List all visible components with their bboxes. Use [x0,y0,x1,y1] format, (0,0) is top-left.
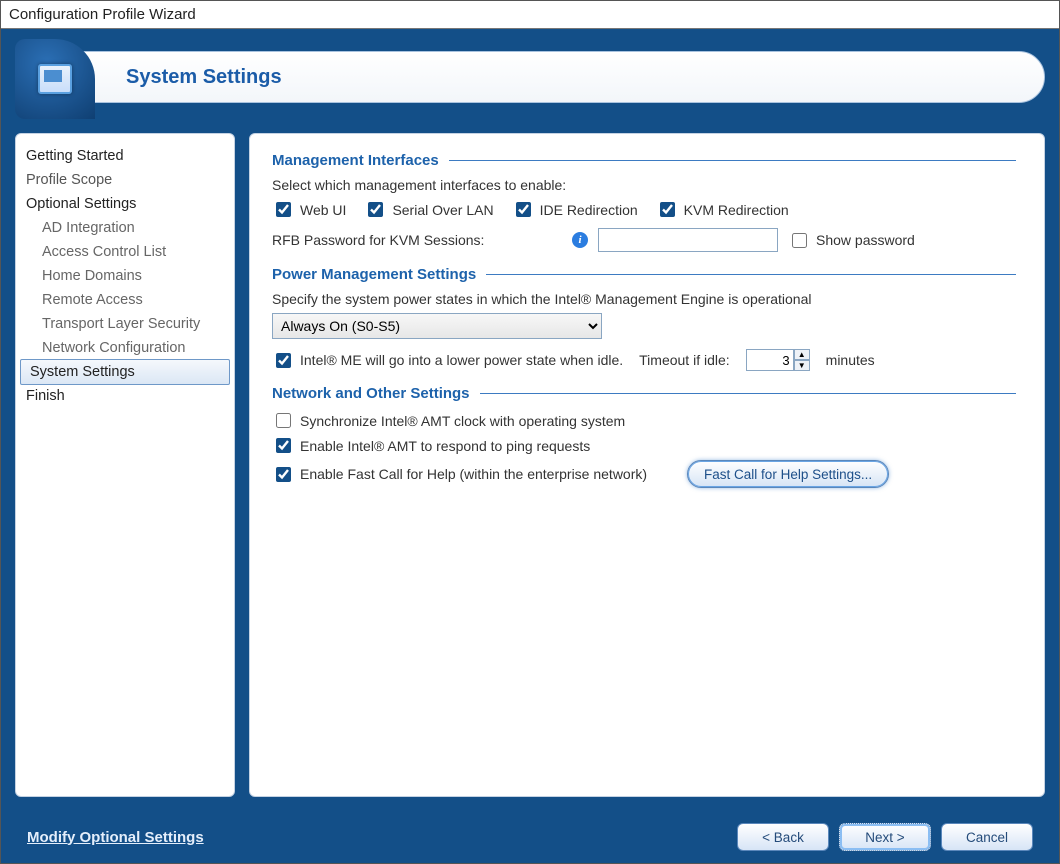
timeout-label: Timeout if idle: [639,352,730,368]
cb-sol-label: Serial Over LAN [392,202,493,218]
group-title-power: Power Management Settings [272,266,1016,283]
cb-show-password-input[interactable] [792,233,807,248]
settings-icon [38,64,72,94]
cb-idle-input[interactable] [276,353,291,368]
header-pill: System Settings [55,51,1045,103]
power-desc: Specify the system power states in which… [272,291,1016,307]
cb-sync-clock[interactable]: Synchronize Intel® AMT clock with operat… [272,410,625,431]
back-button[interactable]: < Back [737,823,829,851]
cb-sync-clock-input[interactable] [276,413,291,428]
group-net: Synchronize Intel® AMT clock with operat… [272,410,1016,488]
page-title: System Settings [126,66,282,89]
cancel-button[interactable]: Cancel [941,823,1033,851]
sidebar-item-profile-scope[interactable]: Profile Scope [16,168,234,192]
cb-sol-input[interactable] [368,202,383,217]
group-title-net-label: Network and Other Settings [272,385,470,402]
idle-row: Intel® ME will go into a lower power sta… [272,349,1016,371]
group-title-mgmt: Management Interfaces [272,152,1016,169]
cb-ide-input[interactable] [516,202,531,217]
modify-optional-settings-link[interactable]: Modify Optional Settings [27,829,204,846]
header-band: System Settings [15,39,1045,119]
cb-idle[interactable]: Intel® ME will go into a lower power sta… [272,350,623,371]
sidebar-item-ad-integration[interactable]: AD Integration [16,216,234,240]
group-title-power-label: Power Management Settings [272,266,476,283]
cb-show-password[interactable]: Show password [788,230,915,251]
rfb-password-input[interactable] [598,228,778,252]
sidebar-item-finish[interactable]: Finish [16,384,234,408]
wizard-body: Getting Started Profile Scope Optional S… [1,119,1059,811]
cb-web-ui-label: Web UI [300,202,346,218]
cb-fcfh-label: Enable Fast Call for Help (within the en… [300,466,647,482]
rfb-label: RFB Password for KVM Sessions: [272,232,562,248]
main-panel: Management Interfaces Select which manag… [249,133,1045,797]
cb-ping[interactable]: Enable Intel® AMT to respond to ping req… [272,435,590,456]
timeout-input[interactable] [746,349,794,371]
timeout-up-button[interactable]: ▲ [794,349,810,360]
timeout-unit: minutes [826,352,875,368]
mgmt-desc: Select which management interfaces to en… [272,177,1016,193]
power-state-select[interactable]: Always On (S0-S5) [272,313,602,339]
next-button[interactable]: Next > [839,823,931,851]
wizard-window: Configuration Profile Wizard System Sett… [0,0,1060,864]
wizard-frame: System Settings Getting Started Profile … [1,29,1059,863]
cb-kvm-label: KVM Redirection [684,202,789,218]
group-power: Specify the system power states in which… [272,291,1016,371]
cb-sol[interactable]: Serial Over LAN [364,199,493,220]
group-title-mgmt-label: Management Interfaces [272,152,439,169]
sidebar-item-tls[interactable]: Transport Layer Security [16,312,234,336]
cb-web-ui[interactable]: Web UI [272,199,346,220]
rfb-row: RFB Password for KVM Sessions: i Show pa… [272,228,1016,252]
cb-fcfh-input[interactable] [276,467,291,482]
cb-ping-label: Enable Intel® AMT to respond to ping req… [300,438,590,454]
cb-kvm-input[interactable] [660,202,675,217]
wizard-sidebar: Getting Started Profile Scope Optional S… [15,133,235,797]
divider [449,160,1016,161]
header-cap [15,39,95,119]
divider [480,393,1016,394]
cb-idle-label: Intel® ME will go into a lower power sta… [300,352,623,368]
sidebar-item-network-config[interactable]: Network Configuration [16,336,234,360]
fcfh-settings-button[interactable]: Fast Call for Help Settings... [687,460,889,488]
cb-ide-label: IDE Redirection [540,202,638,218]
sidebar-item-getting-started[interactable]: Getting Started [16,144,234,168]
sidebar-item-acl[interactable]: Access Control List [16,240,234,264]
cb-kvm[interactable]: KVM Redirection [656,199,789,220]
cb-sync-clock-label: Synchronize Intel® AMT clock with operat… [300,413,625,429]
cb-fcfh[interactable]: Enable Fast Call for Help (within the en… [272,464,647,485]
divider [486,274,1016,275]
group-title-net: Network and Other Settings [272,385,1016,402]
sidebar-item-remote-access[interactable]: Remote Access [16,288,234,312]
wizard-footer: Modify Optional Settings < Back Next > C… [1,811,1059,863]
timeout-spinner: ▲ ▼ [746,349,810,371]
mgmt-options-row: Web UI Serial Over LAN IDE Redirection [272,199,1016,220]
cb-ping-input[interactable] [276,438,291,453]
sidebar-item-optional-settings[interactable]: Optional Settings [16,192,234,216]
info-icon[interactable]: i [572,232,588,248]
cb-ide[interactable]: IDE Redirection [512,199,638,220]
window-title: Configuration Profile Wizard [1,1,1059,29]
group-mgmt: Select which management interfaces to en… [272,177,1016,252]
sidebar-item-home-domains[interactable]: Home Domains [16,264,234,288]
cb-web-ui-input[interactable] [276,202,291,217]
sidebar-item-system-settings[interactable]: System Settings [20,359,230,385]
timeout-down-button[interactable]: ▼ [794,360,810,371]
cb-show-password-label: Show password [816,232,915,248]
